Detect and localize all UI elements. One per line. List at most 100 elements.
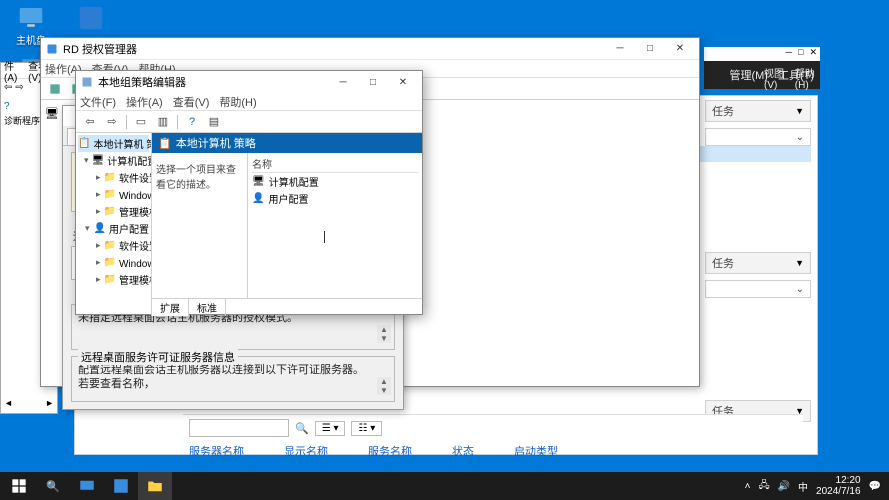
chevron-down-icon: ⌄: [796, 132, 804, 143]
dropdown-icon[interactable]: ▼: [795, 258, 804, 268]
volume-icon[interactable]: 🔊: [778, 481, 790, 492]
col-status[interactable]: 状态: [452, 443, 474, 459]
item-label: 用户配置: [268, 191, 308, 206]
collapse-row[interactable]: ⌄: [705, 128, 811, 146]
toolbar-btn[interactable]: [45, 80, 65, 98]
scroll-up-icon: ▲: [380, 377, 388, 386]
list-item[interactable]: 🖥 计算机配置: [252, 173, 418, 190]
column-name[interactable]: 名称: [252, 155, 418, 173]
policy-icon: 📋: [158, 137, 172, 150]
task-panel: 任务 ▼: [705, 100, 811, 122]
computer-icon: 🖥: [252, 176, 265, 187]
ime-indicator[interactable]: 中: [798, 479, 808, 494]
filter-icon2[interactable]: ☷ ▾: [351, 421, 382, 436]
chevron-down-icon: ⌄: [796, 284, 804, 295]
search-button[interactable]: 🔍: [36, 472, 70, 500]
help-icon[interactable]: ?: [182, 113, 202, 131]
scrollbar[interactable]: ▲▼: [377, 377, 391, 395]
toolbar-icon[interactable]: ⇨: [15, 82, 23, 93]
filter-input[interactable]: [189, 419, 289, 437]
window-title: RD 授权管理器: [63, 41, 601, 57]
scroll-right-icon[interactable]: ►: [45, 398, 54, 410]
list-item[interactable]: 👤 用户配置: [252, 190, 418, 207]
tray-chevron-icon[interactable]: ˄: [745, 481, 751, 492]
rd-titlebar[interactable]: RD 授权管理器 ─ □ ✕: [41, 38, 699, 60]
close-button[interactable]: ✕: [388, 73, 418, 91]
gpedit-titlebar[interactable]: 本地组策略编辑器 ─ □ ✕: [76, 71, 422, 93]
tree-software[interactable]: ▸ 📁 软件设置: [78, 169, 149, 186]
tree-computer[interactable]: ▾ 🖥 计算机配置: [78, 152, 149, 169]
tree-admin[interactable]: ▸ 📁 管理模板: [78, 271, 149, 288]
tree-user[interactable]: ▾ 👤 用户配置: [78, 220, 149, 237]
close-button[interactable]: ✕: [665, 40, 695, 58]
tree-windows[interactable]: ▸ 📁 Windows 设置: [78, 186, 149, 203]
maximize-button[interactable]: □: [798, 47, 803, 61]
folder-icon: 📁: [104, 172, 116, 183]
scroll-down-icon: ▼: [380, 386, 388, 395]
taskbar: 🔍 ˄ 🖧 🔊 中 12:20 2024/7/16 💬: [0, 472, 889, 500]
forward-button[interactable]: ⇨: [102, 113, 122, 131]
col-display[interactable]: 显示名称: [284, 443, 328, 459]
item-label: 计算机配置: [269, 174, 319, 189]
expand-icon[interactable]: ▸: [96, 240, 101, 251]
minimize-button[interactable]: ─: [605, 40, 635, 58]
back-button[interactable]: ⇦: [80, 113, 100, 131]
toolbar-btn[interactable]: ▭: [131, 113, 151, 131]
tree-root[interactable]: 📋 本地计算机 策略: [78, 135, 149, 152]
task-label: 任务: [712, 255, 734, 271]
expand-icon[interactable]: ▸: [96, 172, 101, 183]
filter-row: 🔍 ☰ ▾ ☷ ▾ 服务器名称 显示名称 服务名称 状态 启动类型: [183, 414, 803, 454]
minimize-button[interactable]: ─: [328, 73, 358, 91]
menu-help[interactable]: 帮助(H): [219, 94, 256, 110]
toolbar-btn[interactable]: ▤: [204, 113, 224, 131]
tree-label: 管理模板: [119, 204, 152, 219]
taskbar-explorer[interactable]: [138, 472, 172, 500]
tab-standard[interactable]: 标准: [189, 299, 226, 316]
search-icon[interactable]: 🔍: [295, 422, 309, 435]
gpedit-bottom-tabs: 扩展 标准: [152, 298, 422, 316]
menu-file[interactable]: 文件(F): [80, 94, 116, 110]
tree-windows[interactable]: ▸ 📁 Windows 设置: [78, 254, 149, 271]
collapse-icon[interactable]: ▾: [84, 155, 89, 166]
toolbar-icon[interactable]: ⇦: [4, 82, 12, 93]
task-panel: 任务 ▼: [705, 252, 811, 274]
clock[interactable]: 12:20 2024/7/16: [816, 475, 861, 497]
collapse-row[interactable]: ⌄: [705, 280, 811, 298]
scroll-left-icon[interactable]: ◄: [4, 398, 13, 410]
menu-action[interactable]: 操作(A): [126, 94, 163, 110]
task-label: 任务: [712, 103, 734, 119]
dropdown-icon[interactable]: ▼: [795, 106, 804, 116]
menu-manage[interactable]: 管理(M): [729, 67, 768, 83]
minimize-button[interactable]: ─: [786, 47, 792, 61]
tree-software[interactable]: ▸ 📁 软件设置: [78, 237, 149, 254]
clock-date: 2024/7/16: [816, 486, 861, 497]
network-icon[interactable]: 🖧: [758, 478, 769, 495]
taskbar-app[interactable]: [104, 472, 138, 500]
scroll-down-icon: ▼: [380, 334, 388, 343]
maximize-button[interactable]: □: [635, 40, 665, 58]
taskbar-app[interactable]: [70, 472, 104, 500]
tray: ˄ 🖧 🔊 中 12:20 2024/7/16 💬: [745, 475, 887, 497]
menu-help[interactable]: 帮助(H): [795, 65, 820, 91]
notifications-icon[interactable]: 💬: [869, 481, 881, 492]
collapse-icon[interactable]: ▾: [84, 223, 91, 234]
filter-icon[interactable]: ☰ ▾: [315, 421, 346, 436]
frag-menu-item[interactable]: 件(A): [4, 58, 22, 84]
scrollbar[interactable]: ▲▼: [377, 325, 391, 343]
menu-view[interactable]: 视图(V): [764, 65, 789, 91]
col-server[interactable]: 服务器名称: [189, 443, 244, 459]
tab-extended[interactable]: 扩展: [152, 299, 189, 316]
gpedit-tree[interactable]: 📋 本地计算机 策略 ▾ 🖥 计算机配置 ▸ 📁 软件设置 ▸ 📁 Window…: [76, 133, 152, 316]
expand-icon[interactable]: ▸: [96, 257, 101, 268]
close-button[interactable]: ✕: [809, 47, 817, 61]
expand-icon[interactable]: ▸: [96, 206, 101, 217]
toolbar-btn[interactable]: ▥: [153, 113, 173, 131]
start-button[interactable]: [2, 472, 36, 500]
col-service[interactable]: 服务名称: [368, 443, 412, 459]
tree-admin[interactable]: ▸ 📁 管理模板: [78, 203, 149, 220]
col-startup[interactable]: 启动类型: [514, 443, 558, 459]
expand-icon[interactable]: ▸: [96, 189, 101, 200]
menu-view[interactable]: 查看(V): [173, 94, 210, 110]
expand-icon[interactable]: ▸: [96, 274, 101, 285]
maximize-button[interactable]: □: [358, 73, 388, 91]
